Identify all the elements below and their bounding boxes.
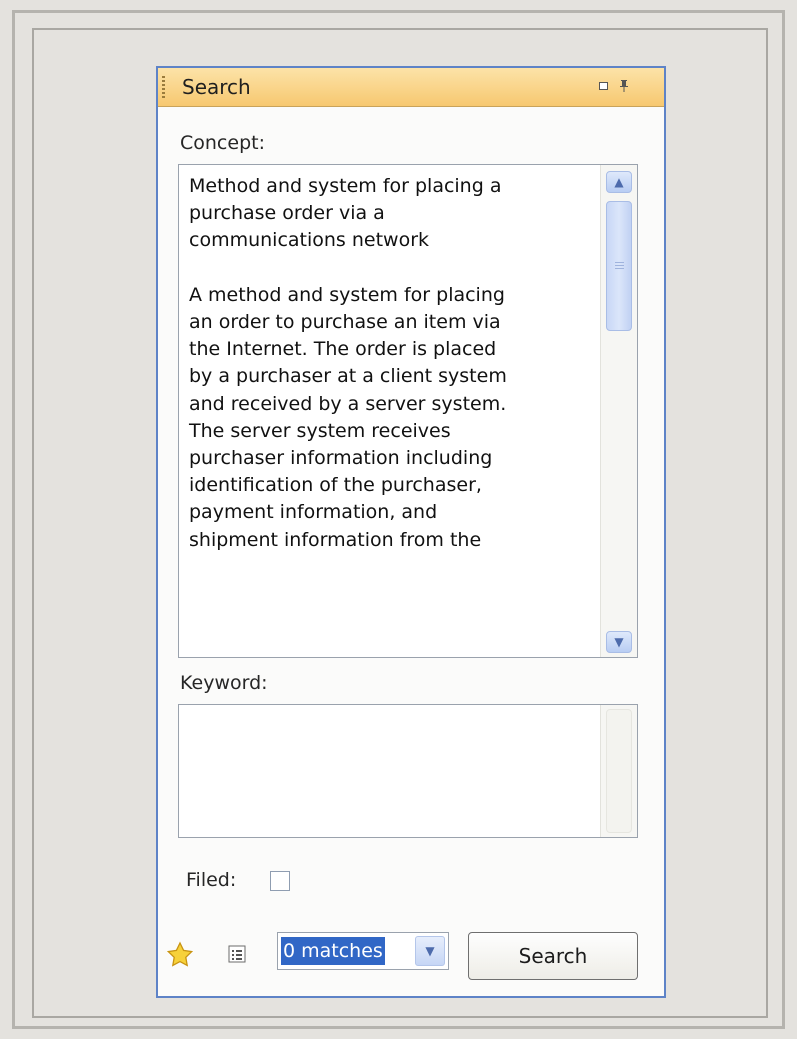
keyword-label: Keyword: — [180, 672, 268, 694]
concept-scrollbar[interactable]: ▲ ▼ — [600, 165, 637, 657]
search-button[interactable]: Search — [468, 932, 638, 980]
keyword-textarea[interactable] — [178, 704, 638, 838]
scroll-up-icon[interactable]: ▲ — [606, 171, 632, 193]
scroll-thumb[interactable] — [606, 201, 632, 331]
panel-titlebar[interactable]: Search — [158, 68, 664, 107]
concept-textarea[interactable]: Method and system for placing a purchase… — [178, 164, 638, 658]
star-icon[interactable] — [166, 941, 194, 969]
concept-text[interactable]: Method and system for placing a purchase… — [189, 173, 599, 554]
matches-value[interactable]: 0 matches — [281, 937, 385, 965]
concept-label: Concept: — [180, 132, 265, 154]
filed-label: Filed: — [186, 869, 237, 891]
filed-checkbox[interactable] — [270, 871, 290, 891]
drag-grip-icon[interactable] — [162, 76, 165, 98]
search-panel: Search Concept: Method and system for pl… — [156, 66, 666, 998]
panel-title: Search — [182, 75, 251, 99]
scroll-down-icon[interactable]: ▼ — [606, 631, 632, 653]
chevron-down-icon[interactable]: ▼ — [415, 936, 445, 966]
list-view-icon[interactable] — [228, 945, 246, 963]
matches-dropdown[interactable]: 0 matches ▼ — [277, 932, 449, 970]
keyword-scrollbar[interactable] — [600, 705, 637, 837]
pin-icon[interactable] — [616, 78, 632, 94]
restore-icon[interactable] — [596, 78, 612, 94]
